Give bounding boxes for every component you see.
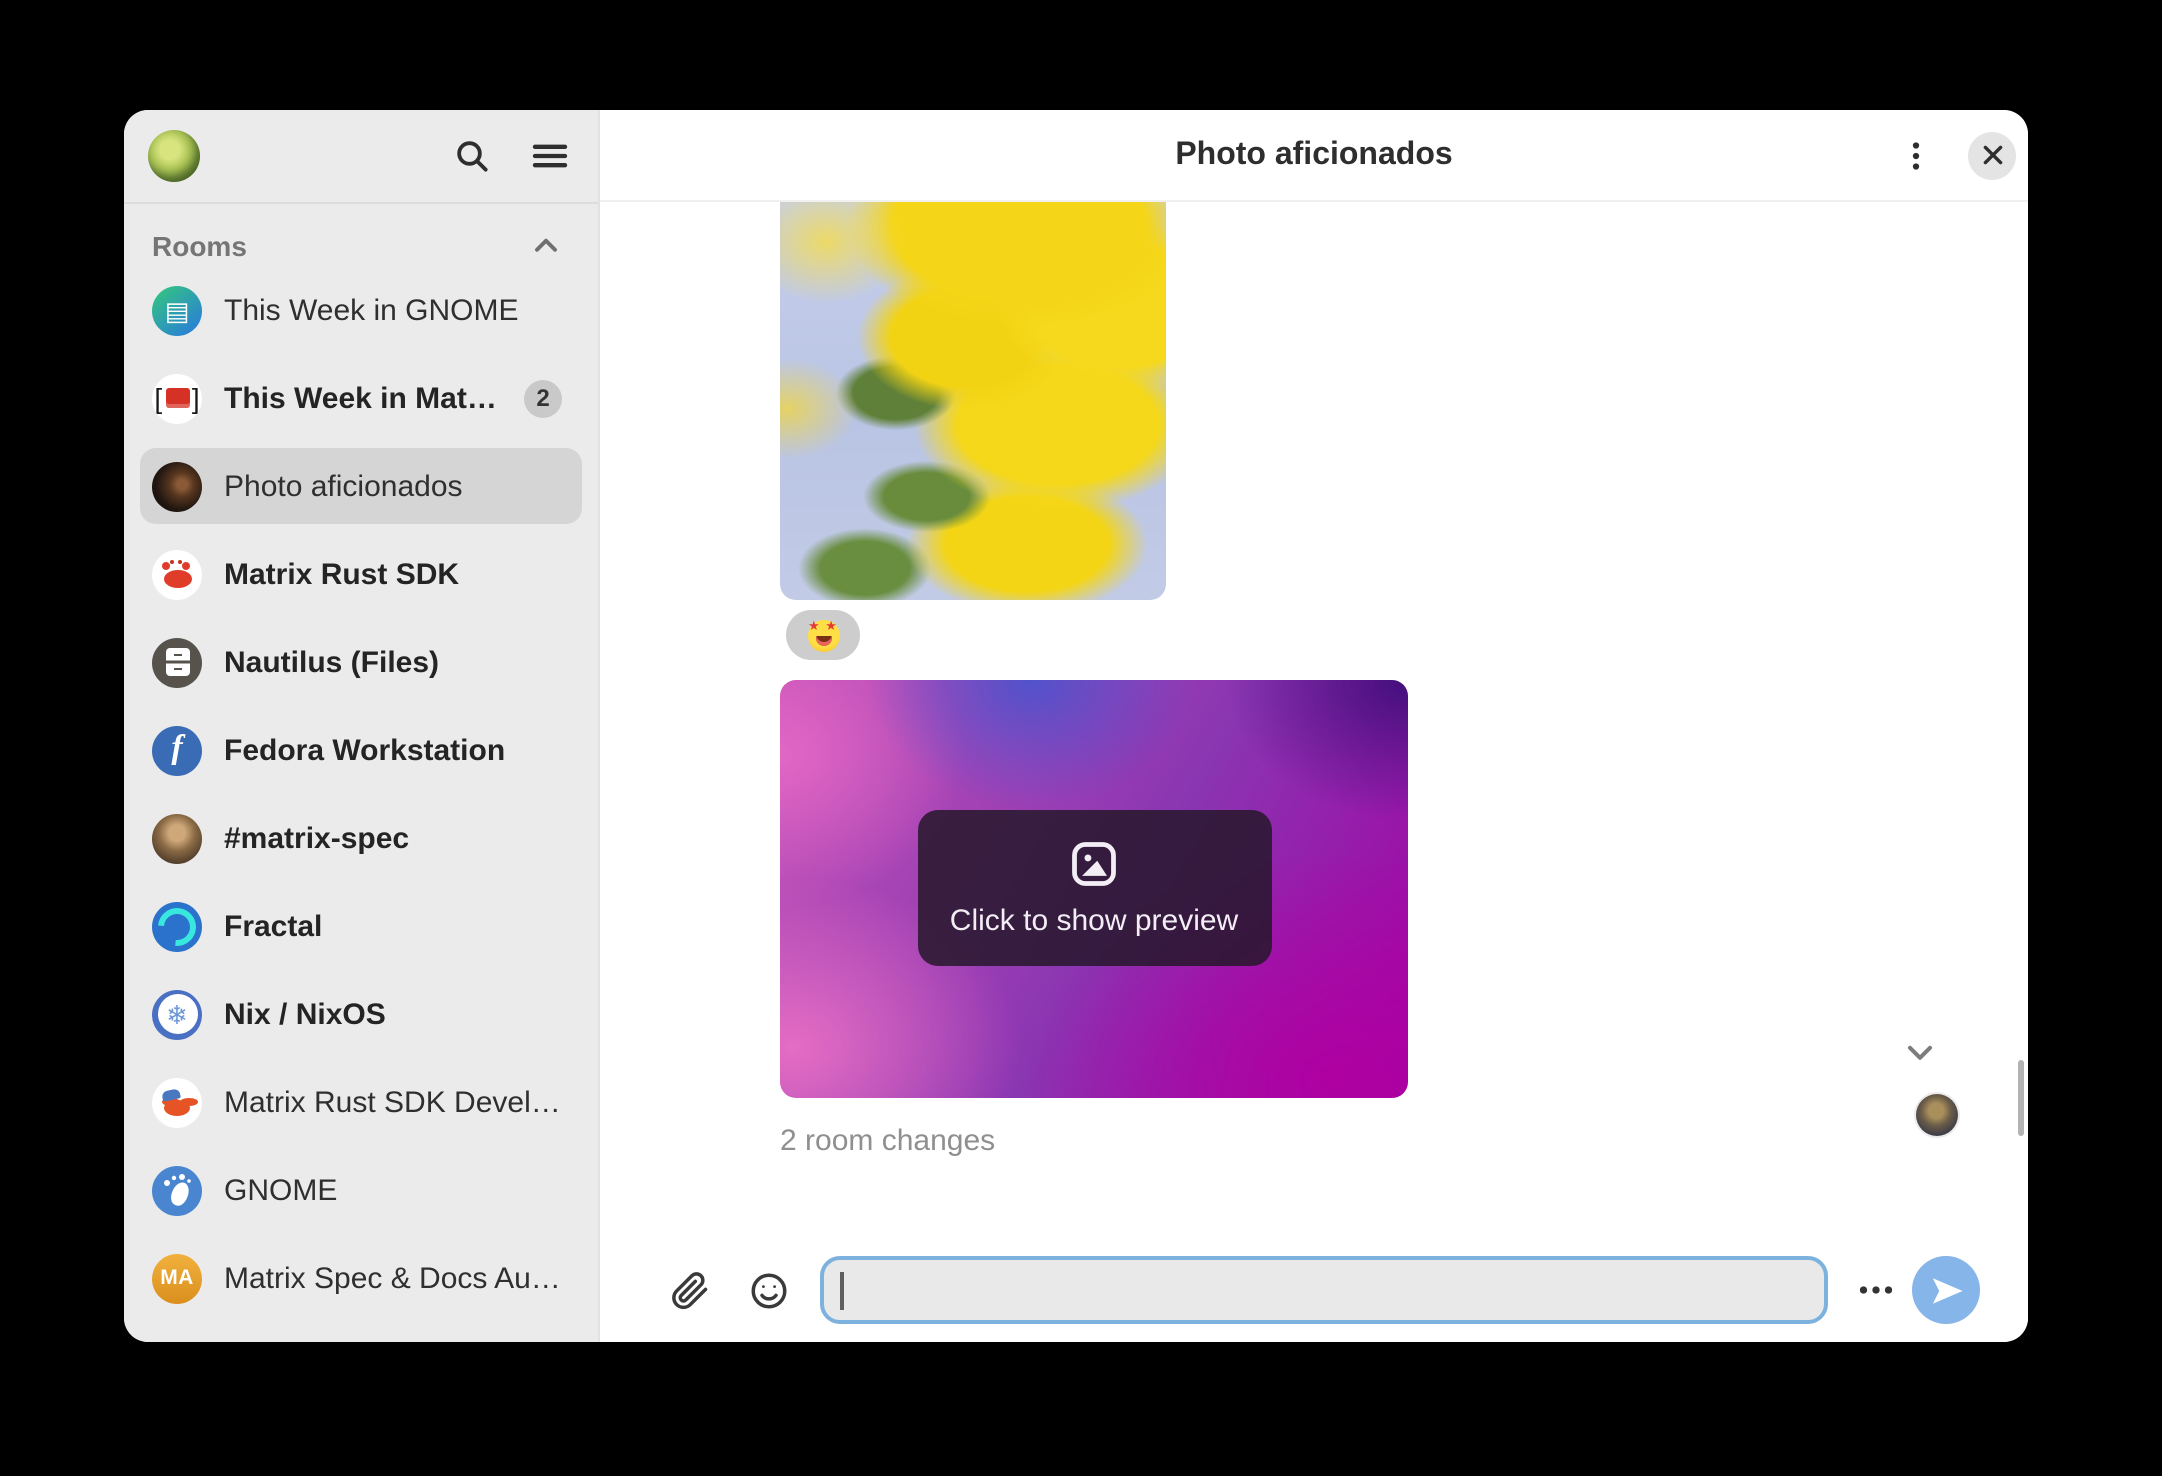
fractal-window: Rooms This Week in GNOME This Week in Ma… [124,110,2028,1342]
expand-events-button[interactable] [1896,1028,1944,1076]
collapsed-events-label: 2 room changes [780,1124,995,1158]
read-marker-avatar [1916,1094,1958,1136]
message-timeline[interactable]: Click to show preview 2 room changes [600,202,2028,1238]
hamburger-icon [530,136,570,176]
room-avatar [152,461,202,511]
sidebar-room-gnome[interactable]: GNOME [140,1152,582,1228]
close-icon [1979,142,2005,168]
paperclip-icon [667,1269,709,1311]
show-preview-label: Click to show preview [950,904,1238,938]
room-avatar [152,1077,202,1127]
room-avatar [152,813,202,863]
room-list-pane: Rooms This Week in GNOME This Week in Ma… [124,202,598,1342]
message-composer [600,1238,2028,1342]
chevron-down-icon [1900,1032,1940,1072]
sidebar-header [124,110,598,202]
search-icon [452,136,492,176]
room-name: Nix / NixOS [224,997,570,1031]
sidebar-room-matrix-spec[interactable]: #matrix-spec [140,800,582,876]
message-input[interactable] [820,1256,1828,1324]
room-header: Photo aficionados [600,110,2028,202]
room-name: This Week in GNOME [224,293,570,327]
emoji-button[interactable] [744,1266,792,1314]
room-avatar [152,549,202,599]
sidebar-room-matrix-spec-docs-au[interactable]: MA Matrix Spec & Docs Au… [140,1240,582,1316]
reaction-row [780,610,2028,661]
room-avatar [152,989,202,1039]
sidebar-room-nix-nixos[interactable]: Nix / NixOS [140,976,582,1052]
kebab-menu-icon [1898,137,1934,173]
rooms-section-header[interactable]: Rooms [140,220,582,272]
room-avatar [152,637,202,687]
send-icon [1929,1273,1963,1307]
reaction-star-struck[interactable] [786,610,860,660]
blurred-media-card: Click to show preview [780,679,1408,1097]
more-options-button[interactable] [1852,1266,1900,1314]
sidebar-room-this-week-in-gnome[interactable]: This Week in GNOME [140,272,582,348]
sidebar-room-this-week-in-mat[interactable]: This Week in Mat… 2 [140,360,582,436]
image-frame-icon [1068,838,1120,890]
sidebar: Rooms This Week in GNOME This Week in Ma… [124,110,600,1342]
collapsed-events[interactable]: 2 room changes [780,1121,2028,1161]
room-avatar: MA [152,1253,202,1303]
room-list: This Week in GNOME This Week in Mat… 2 P… [140,272,582,1316]
send-button[interactable] [1912,1256,1980,1324]
ellipsis-icon [1856,1270,1896,1310]
unread-badge: 2 [524,379,562,417]
sidebar-room-fractal[interactable]: Fractal [140,888,582,964]
room-name: Matrix Rust SDK [224,557,570,591]
room-name: Nautilus (Files) [224,645,570,679]
sidebar-room-fedora-workstation[interactable]: Fedora Workstation [140,712,582,788]
user-avatar[interactable] [148,130,200,182]
room-avatar [152,285,202,335]
text-caret [840,1271,843,1309]
room-name: Fractal [224,909,570,943]
screen: Rooms This Week in GNOME This Week in Ma… [0,0,2162,1476]
show-preview-button[interactable]: Click to show preview [917,810,1271,966]
rooms-section-label: Rooms [152,230,247,262]
room-name: This Week in Mat… [224,381,508,415]
message-image-mimosa[interactable] [780,202,1166,600]
sidebar-room-photo-aficionados[interactable]: Photo aficionados [140,448,582,524]
timeline-scrollbar[interactable] [2017,1060,2024,1136]
room-name: Matrix Spec & Docs Au… [224,1261,570,1295]
close-button[interactable] [1968,131,2016,179]
sidebar-room-nautilus-files[interactable]: Nautilus (Files) [140,624,582,700]
room-view: Photo aficionados [600,110,2028,1342]
room-name: GNOME [224,1173,570,1207]
star-struck-emoji-icon [807,619,839,651]
attach-button[interactable] [664,1266,712,1314]
sidebar-room-matrix-rust-sdk[interactable]: Matrix Rust SDK [140,536,582,612]
room-menu-button[interactable] [1892,131,1940,179]
page-title: Photo aficionados [600,137,2028,173]
room-name: Matrix Rust SDK Devel… [224,1085,570,1119]
room-avatar [152,901,202,951]
chevron-up-icon [528,228,564,264]
room-avatar [152,373,202,423]
main-menu-button[interactable] [526,132,574,180]
room-avatar [152,725,202,775]
room-name: #matrix-spec [224,821,570,855]
smiley-icon [747,1269,789,1311]
sidebar-room-matrix-rust-sdk-devel[interactable]: Matrix Rust SDK Devel… [140,1064,582,1140]
room-avatar [152,1165,202,1215]
room-name: Fedora Workstation [224,733,570,767]
room-name: Photo aficionados [224,469,570,503]
collapse-rooms-button[interactable] [522,222,570,270]
search-button[interactable] [448,132,496,180]
